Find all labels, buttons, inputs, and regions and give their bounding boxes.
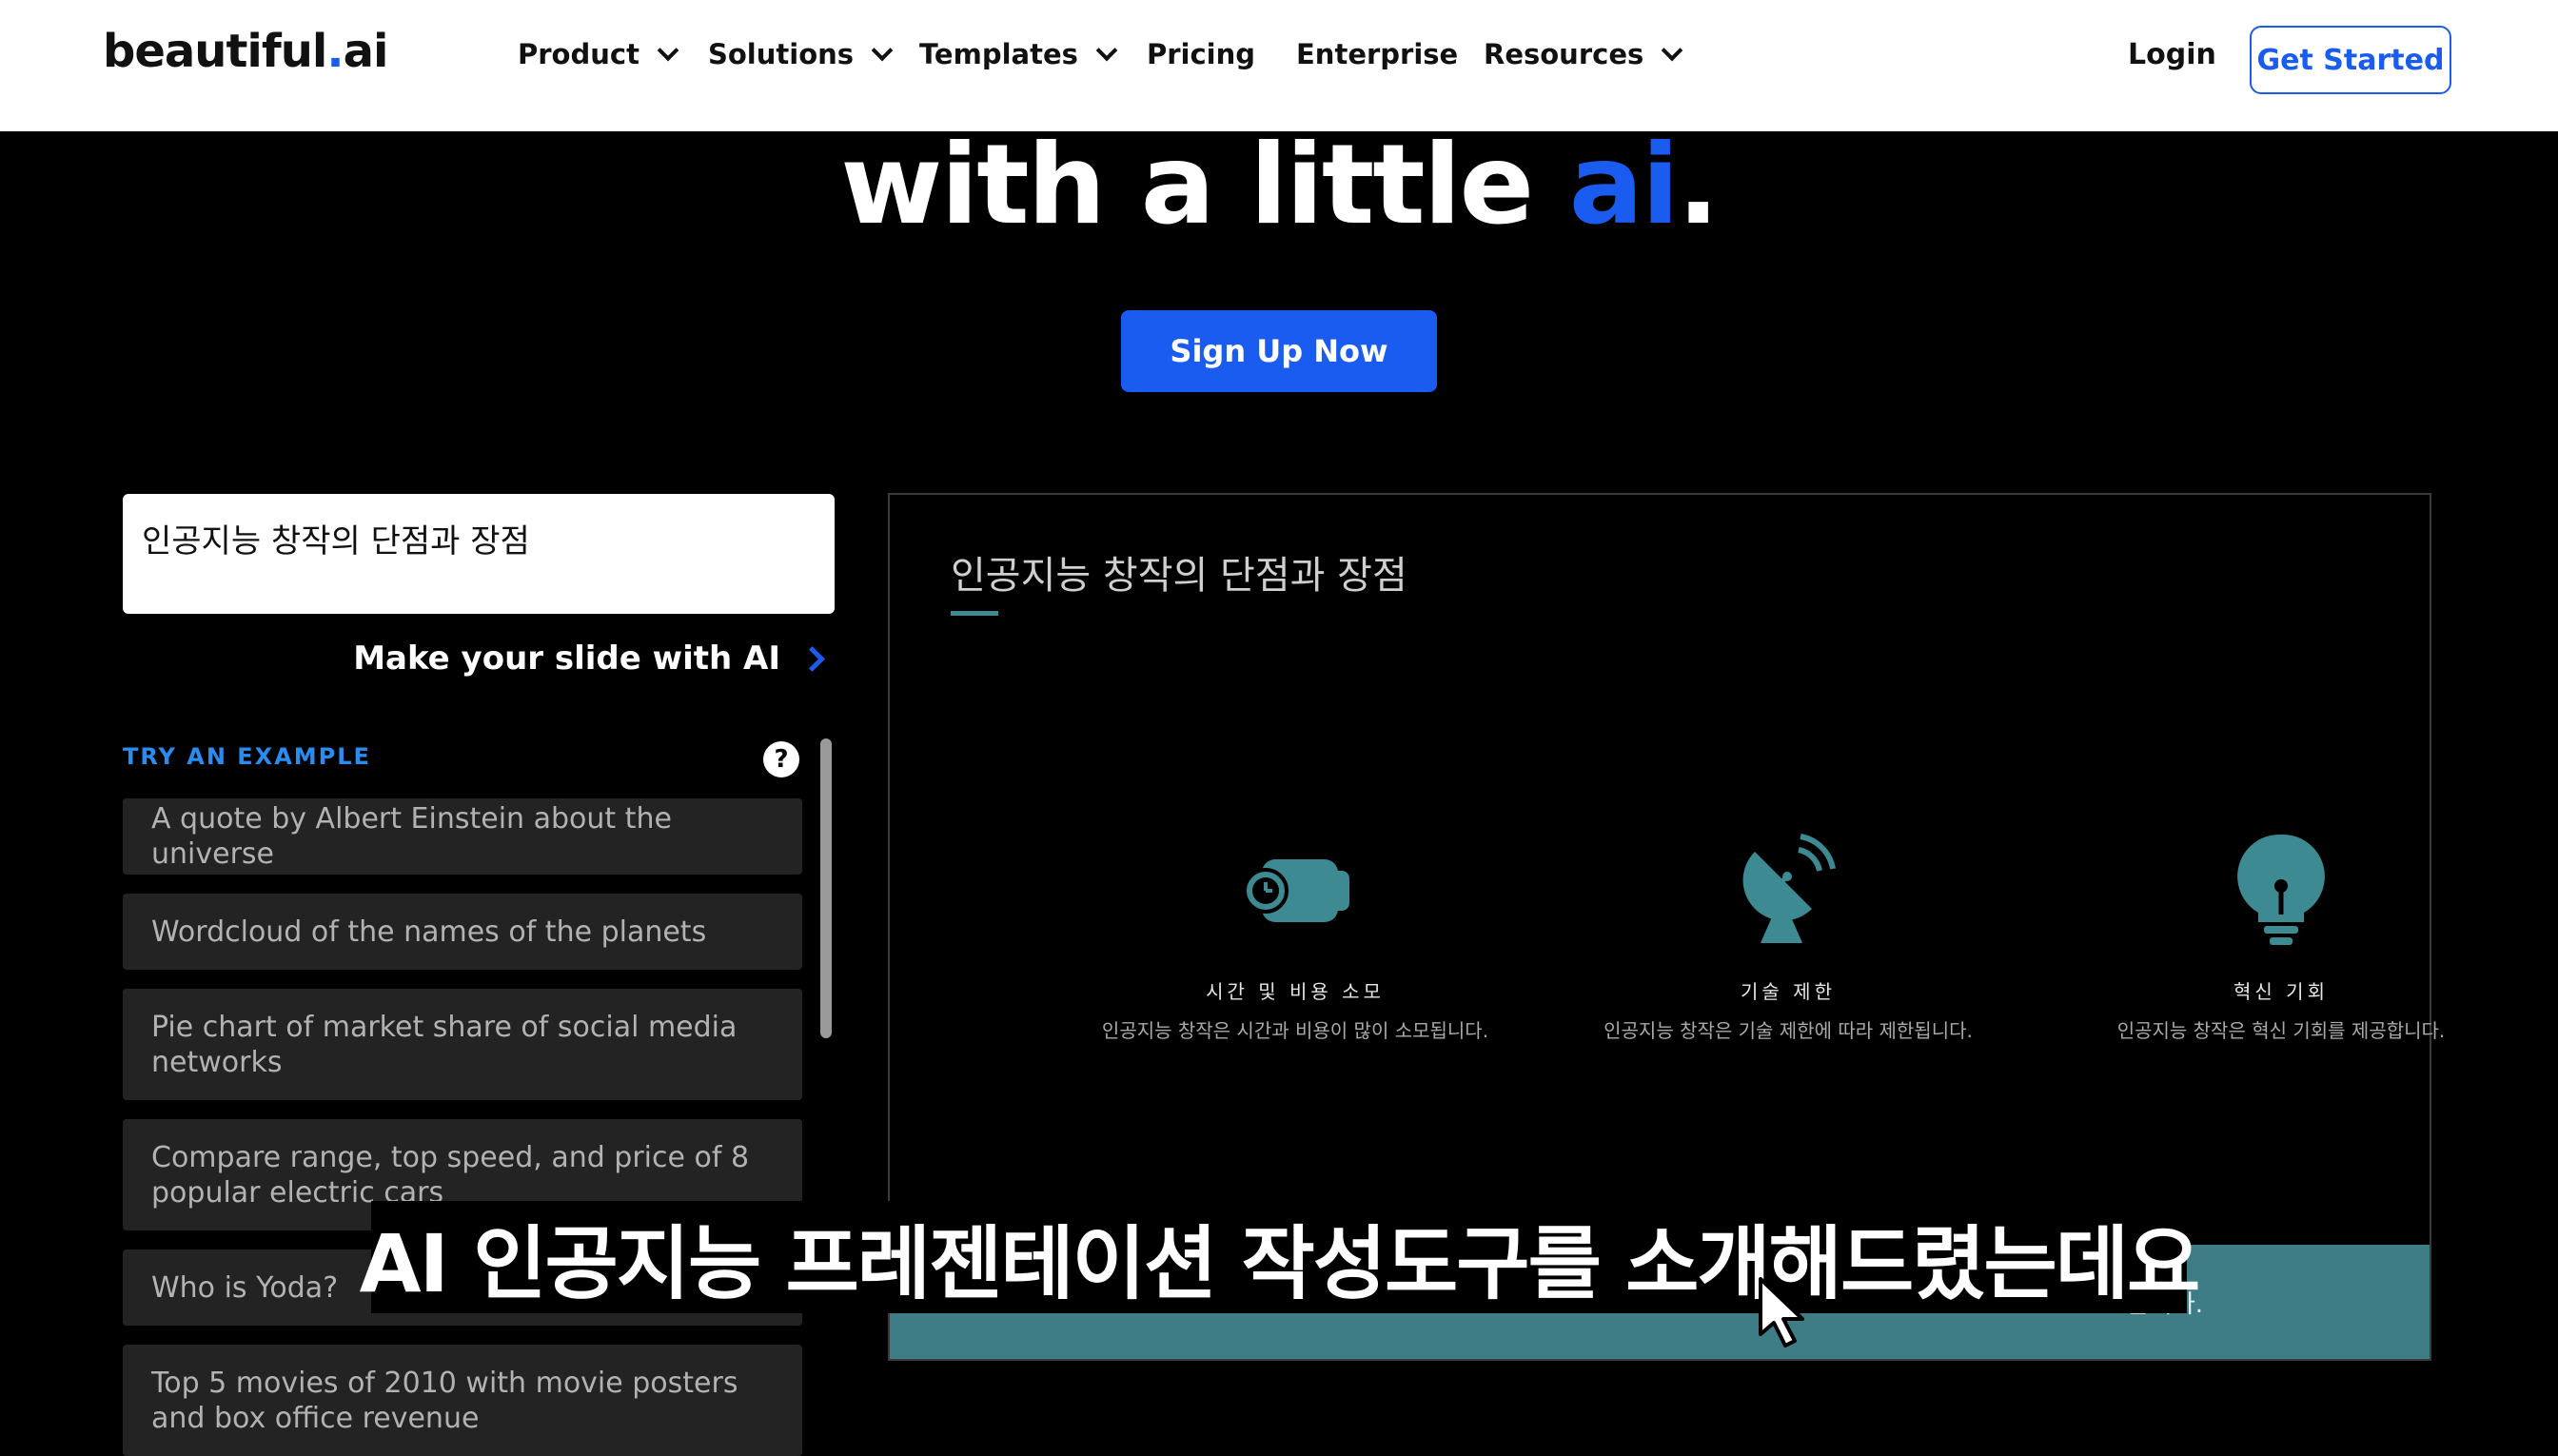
nav-label: Templates <box>919 38 1078 70</box>
nav-item-resources[interactable]: Resources <box>1484 38 1683 70</box>
chevron-right-icon <box>799 645 825 672</box>
headline-accent: ai <box>1568 121 1680 249</box>
nav-label: Resources <box>1484 38 1644 70</box>
logo[interactable]: beautiful.ai <box>103 25 389 78</box>
example-item[interactable]: A quote by Albert Einstein about the uni… <box>123 798 802 875</box>
column-heading: 시간 및 비용 소모 <box>1206 980 1385 1003</box>
slide-column: 혁신 기회 인공지능 창작은 혁신 기회를 제공합니다. <box>2034 828 2528 1043</box>
column-heading: 혁신 기회 <box>2233 980 2329 1003</box>
nav-label: Pricing <box>1147 38 1256 70</box>
hero-headline: with a little ai. <box>0 114 2558 257</box>
headline-suffix: . <box>1677 121 1720 249</box>
examples-scrollbar[interactable] <box>820 738 832 1038</box>
example-item[interactable]: Wordcloud of the names of the planets <box>123 894 802 970</box>
chevron-down-icon <box>1095 39 1118 62</box>
logo-main: beautiful <box>103 25 327 78</box>
sign-up-button[interactable]: Sign Up Now <box>1121 310 1437 392</box>
example-item[interactable]: Pie chart of market share of social medi… <box>123 989 802 1100</box>
slide-column: 기술 제한 인공지능 창작은 기술 제한에 따라 제한됩니다. <box>1541 828 2036 1043</box>
slide-title: 인공지능 창작의 단점과 장점 <box>951 554 1407 598</box>
chevron-down-icon <box>1661 39 1683 62</box>
lightbulb-icon <box>2034 828 2528 952</box>
nav-item-pricing[interactable]: Pricing <box>1147 38 1255 70</box>
watch-icon <box>1048 828 1543 952</box>
video-subtitle: AI 인공지능 프레젠테이션 작성도구를 소개해드렸는데요 <box>360 1201 2200 1313</box>
example-item[interactable]: Top 5 movies of 2010 with movie posters … <box>123 1345 802 1456</box>
make-slide-label: Make your slide with AI <box>353 639 780 678</box>
nav-item-product[interactable]: Product <box>518 38 679 70</box>
login-link[interactable]: Login <box>2128 38 2216 71</box>
prompt-input[interactable]: 인공지능 창작의 단점과 장점 <box>123 494 835 614</box>
top-nav: beautiful.ai Product Solutions Templates… <box>0 0 2558 131</box>
mouse-cursor-icon <box>1757 1275 1818 1355</box>
satellite-dish-icon <box>1541 828 2036 952</box>
nav-item-templates[interactable]: Templates <box>919 38 1118 70</box>
logo-suffix: ai <box>343 25 389 78</box>
nav-item-solutions[interactable]: Solutions <box>708 38 894 70</box>
column-description: 인공지능 창작은 혁신 기회를 제공합니다. <box>2116 1019 2446 1042</box>
column-description: 인공지능 창작은 시간과 비용이 많이 소모됩니다. <box>1101 1019 1489 1042</box>
try-example-heading: TRY AN EXAMPLE <box>123 743 371 770</box>
title-underline <box>951 611 998 616</box>
make-slide-button[interactable]: Make your slide with AI <box>353 639 825 678</box>
nav-label: Enterprise <box>1296 38 1459 70</box>
get-started-button[interactable]: Get Started <box>2250 26 2451 94</box>
chevron-down-icon <box>871 39 894 62</box>
column-heading: 기술 제한 <box>1741 980 1836 1003</box>
nav-label: Product <box>518 38 640 70</box>
chevron-down-icon <box>657 39 679 62</box>
nav-label: Solutions <box>708 38 855 70</box>
nav-item-enterprise[interactable]: Enterprise <box>1296 38 1458 70</box>
slide-column: 시간 및 비용 소모 인공지능 창작은 시간과 비용이 많이 소모됩니다. <box>1048 828 1543 1043</box>
headline-prefix: with a little <box>840 121 1569 249</box>
column-description: 인공지능 창작은 기술 제한에 따라 제한됩니다. <box>1604 1019 1973 1042</box>
help-icon[interactable]: ? <box>763 741 799 777</box>
logo-dot: . <box>326 25 344 78</box>
